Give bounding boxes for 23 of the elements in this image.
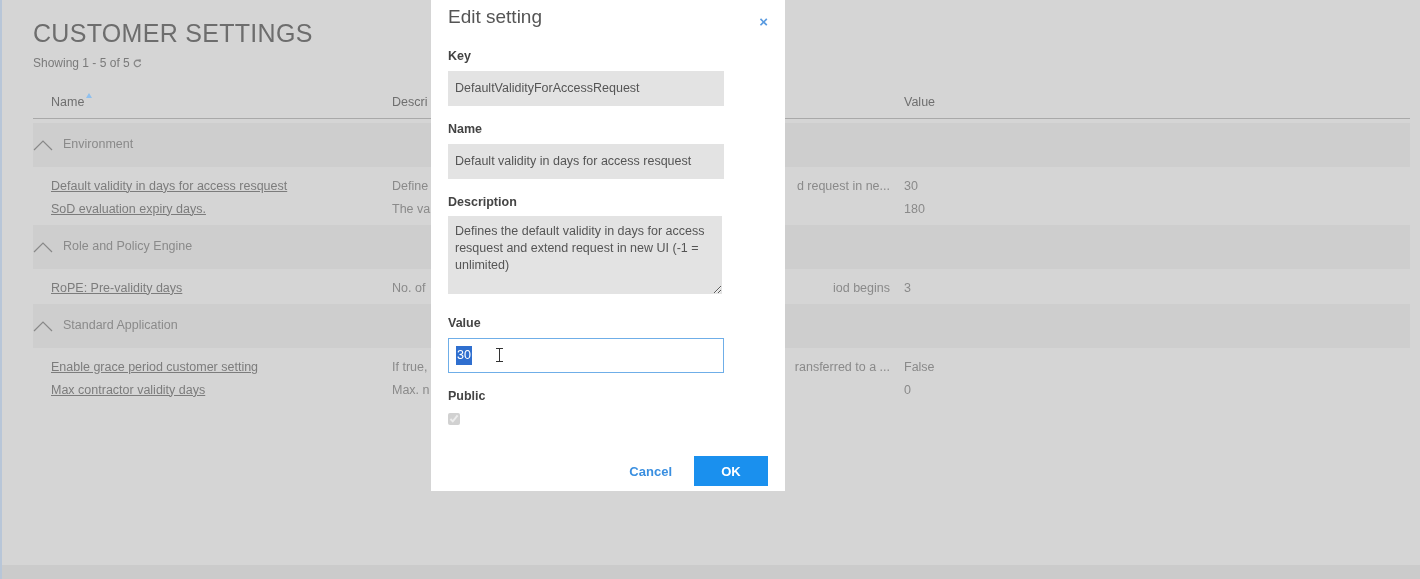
table-cell-text: d request in ne...	[796, 177, 890, 195]
table-cell: 3	[904, 280, 911, 295]
field-label: Name	[448, 120, 484, 138]
field-label: Description	[448, 193, 518, 211]
table-cell-text: Max. n	[392, 381, 430, 399]
page-title: CUSTOMER SETTINGS	[33, 18, 313, 48]
showing-count: Showing 1 - 5 of 5	[33, 55, 130, 72]
table-cell: 30	[904, 178, 918, 193]
field-label: Value	[448, 315, 482, 332]
table-cell: 180	[904, 201, 925, 216]
table-cell-text: iod begins	[833, 279, 890, 297]
field-label: Key	[448, 48, 472, 65]
table-cell-text: If true,	[392, 358, 428, 376]
table-cell-text: No. of	[392, 279, 426, 297]
field-label: Public	[448, 387, 487, 405]
table-cell: 0	[904, 382, 911, 397]
readonly-field: Default validity in days for access resquest	[448, 143, 724, 179]
table-cell-text: Define	[392, 177, 429, 195]
readonly-field: DefaultValidityForAccessRequest	[448, 70, 724, 106]
dialog-title: Edit setting	[448, 6, 542, 29]
table-cell: False	[904, 359, 935, 374]
table-cell-text: The va	[392, 200, 431, 218]
table-cell-text: ransferred to a ...	[794, 358, 890, 376]
